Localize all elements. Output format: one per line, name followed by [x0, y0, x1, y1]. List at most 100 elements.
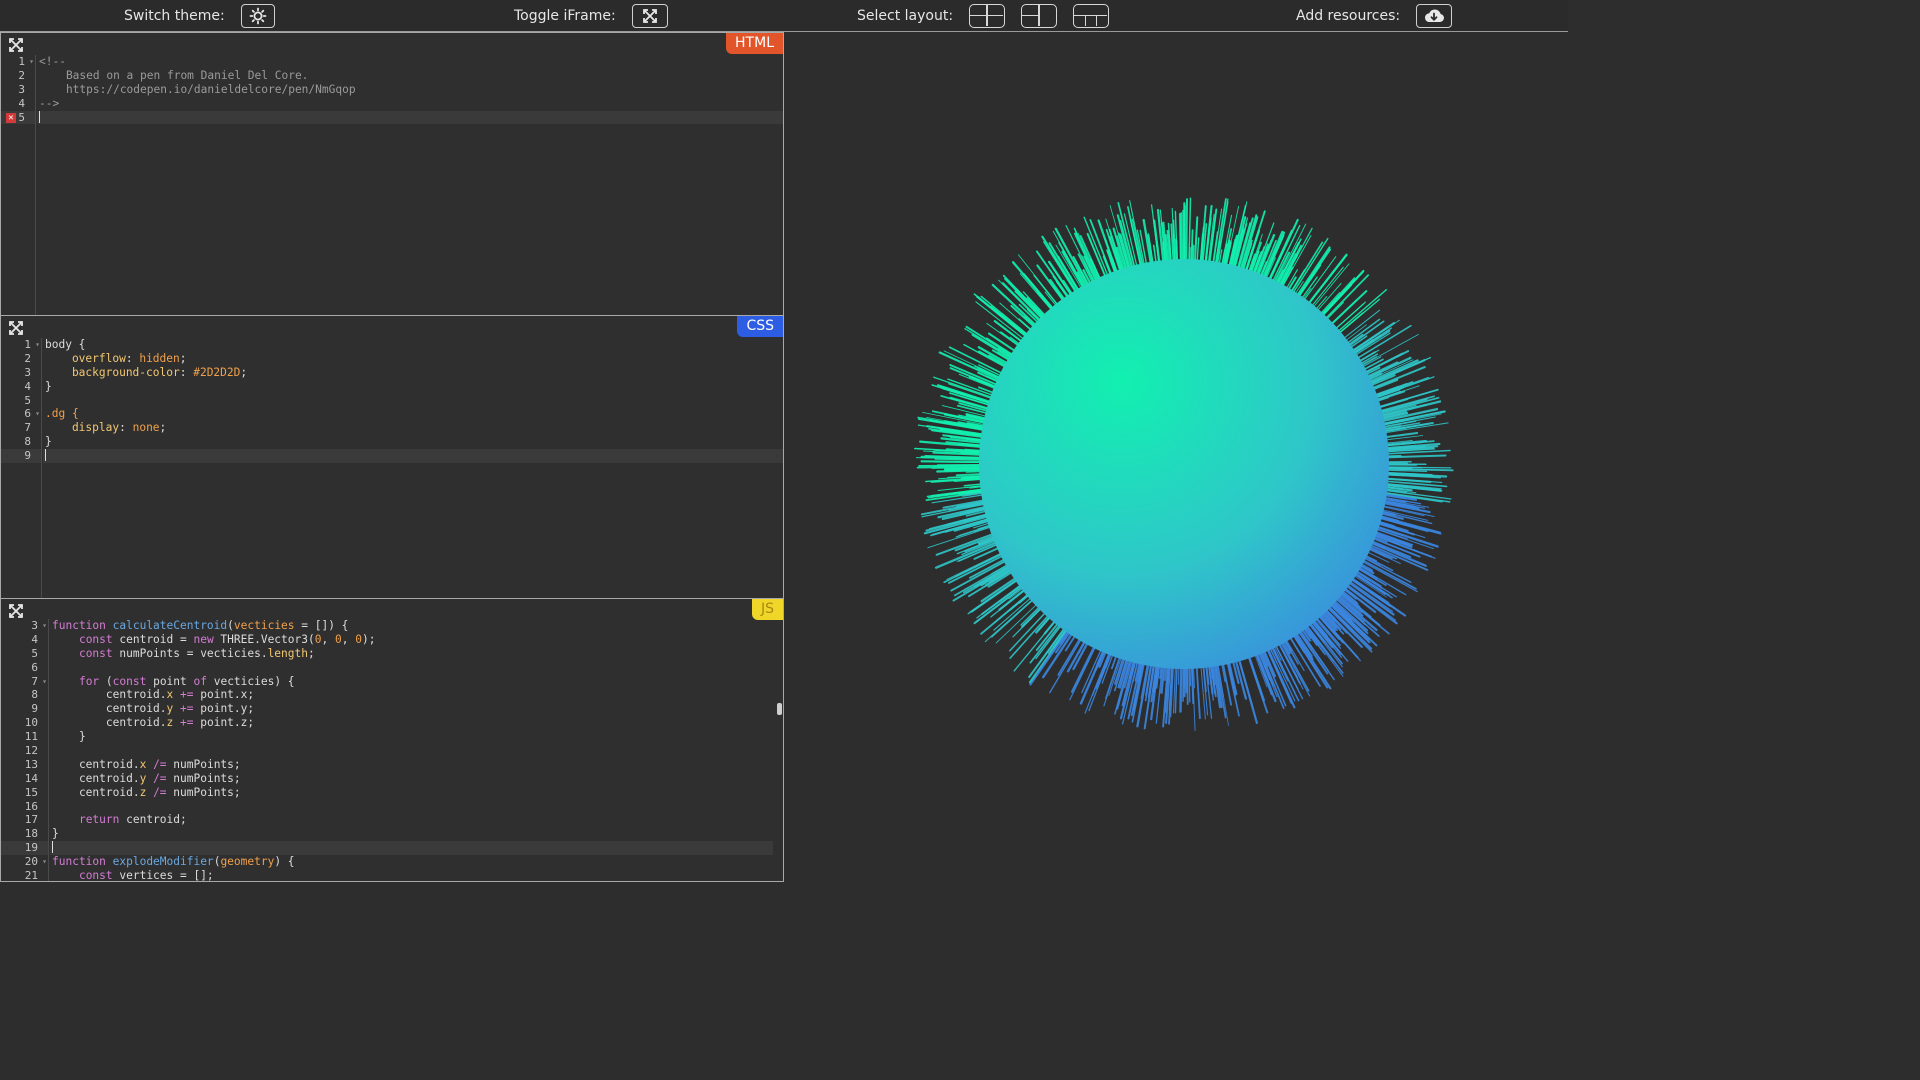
active-code-line: [43, 449, 783, 464]
line-number: 3: [24, 365, 31, 379]
layout-left-split-icon: [1038, 5, 1040, 26]
line-number: 9: [31, 702, 38, 716]
code-line: body {: [45, 338, 86, 351]
layout-grid-button[interactable]: [969, 4, 1006, 28]
code-line: return centroid;: [78, 813, 187, 827]
add-resources-group: Add resources:: [1296, 3, 1453, 29]
code-line: const numPoints = vecticies.length;: [78, 646, 315, 660]
line-number: 13: [24, 757, 38, 771]
code-area[interactable]: function calculateCentroid(vecticies = […: [50, 619, 773, 882]
line-number: 4: [31, 632, 38, 646]
layout-top-split-icon-line1: [1084, 15, 1087, 26]
code-line: for (const point of vecticies) {: [78, 674, 295, 688]
line-number: ✕ 5: [1, 110, 35, 125]
line-number: 14: [24, 771, 38, 785]
line-number: 10: [24, 716, 38, 730]
html-editor-pane[interactable]: HTML 1 ▾ 2 3 4 ✕ 5 <!-- Based on a pen fr…: [0, 32, 784, 316]
code-line: }: [45, 435, 52, 449]
layout-grid-icon-line: [970, 14, 1004, 16]
preview-iframe[interactable]: [784, 32, 1568, 882]
code-line: display: none;: [45, 421, 167, 435]
css-editor-pane[interactable]: CSS 1 ▾ 2 3 4 5 6 ▾ 7 8 9 body { overflow:…: [0, 315, 784, 600]
line-number: 18: [24, 827, 38, 841]
layout-left-split-button[interactable]: [1021, 4, 1058, 28]
code-area[interactable]: body { overflow: hidden; background-colo…: [43, 338, 783, 464]
text-cursor: [39, 110, 40, 123]
line-number: 12: [24, 744, 38, 758]
active-code-line: [50, 841, 773, 856]
scrollbar-thumb[interactable]: [777, 703, 782, 715]
toolbar: Switch theme: Toggle iFrame: Select layo…: [0, 0, 1568, 32]
expand-icon[interactable]: [8, 603, 24, 619]
layout-top-split-icon-line2: [1095, 15, 1098, 26]
line-number: 3: [18, 82, 25, 96]
fold-icon[interactable]: ▾: [42, 619, 47, 633]
code-line: centroid.x += point.x;: [52, 688, 255, 702]
line-number: 4: [24, 379, 31, 393]
switch-theme-group: Switch theme:: [124, 3, 275, 29]
code-line: Based on a pen from Daniel Del Core.: [39, 68, 309, 82]
line-gutter: 1 ▾ 2 3 4 ✕ 5: [1, 55, 36, 315]
code-line: https://codepen.io/danieldelcore/pen/NmG…: [39, 82, 356, 96]
line-number: 6: [31, 660, 38, 674]
expand-icon[interactable]: [8, 37, 24, 53]
js-language-badge: JS: [751, 599, 783, 620]
fold-icon[interactable]: ▾: [42, 855, 47, 869]
line-number: 7 ▾: [31, 674, 47, 689]
layout-left-split-icon-line: [1022, 14, 1039, 16]
line-number: 19: [1, 841, 48, 856]
line-number: 21: [24, 869, 38, 882]
code-line: .dg {: [45, 407, 79, 421]
fold-icon[interactable]: ▾: [42, 675, 47, 689]
code-line: }: [52, 730, 86, 744]
line-number: 5: [24, 393, 31, 407]
code-line: const vertices = [];: [78, 869, 214, 882]
line-number: 1 ▾: [18, 55, 34, 68]
line-number: 16: [24, 799, 38, 813]
line-number: 2: [24, 351, 31, 365]
active-code-line: [37, 110, 783, 125]
layout-top-split-button[interactable]: [1073, 4, 1110, 28]
line-gutter: 1 ▾ 2 3 4 5 6 ▾ 7 8 9: [1, 338, 42, 599]
toggle-iframe-group: Toggle iFrame:: [514, 3, 668, 29]
line-number: 9: [1, 449, 41, 464]
error-icon: ✕: [6, 112, 16, 123]
toggle-iframe-label: Toggle iFrame:: [514, 8, 616, 24]
switch-theme-button[interactable]: [240, 4, 275, 28]
cloud-download-icon: [1425, 9, 1445, 22]
code-area[interactable]: <!-- Based on a pen from Daniel Del Core…: [37, 55, 783, 125]
line-number: 6 ▾: [24, 407, 40, 421]
expand-icon: [642, 9, 657, 23]
code-line: background-color: #2D2D2D;: [45, 365, 248, 379]
code-line: function calculateCentroid(vecticies = […: [52, 619, 349, 632]
line-gutter: 3 ▾ 4 5 6 7 ▾ 8 9 10 11 12 13 14 15 16 17 18 19 20 ▾ 21: [1, 619, 49, 881]
add-resources-button[interactable]: [1416, 4, 1453, 28]
switch-theme-label: Switch theme:: [124, 8, 225, 24]
js-editor-pane[interactable]: JS 3 ▾ 4 5 6 7 ▾ 8 9 10 11 12 13 14 15 16 17 18 19 20 ▾ 21 fu…: [0, 598, 784, 882]
text-cursor: [52, 841, 53, 854]
code-line: <!--: [39, 55, 66, 68]
expand-icon[interactable]: [8, 320, 24, 336]
add-resources-label: Add resources:: [1296, 8, 1401, 24]
code-line: -->: [39, 96, 60, 110]
code-line: }: [45, 379, 52, 393]
code-line: const centroid = new THREE.Vector3(0, 0,…: [78, 632, 376, 646]
line-number: 3 ▾: [31, 619, 47, 633]
toggle-iframe-button[interactable]: [631, 4, 668, 28]
code-line: centroid.x /= numPoints;: [52, 757, 241, 771]
line-number: 1 ▾: [24, 338, 40, 351]
html-language-badge: HTML: [726, 33, 783, 54]
line-number: 17: [24, 813, 38, 827]
line-number: 7: [24, 421, 31, 435]
line-number: 11: [24, 730, 38, 744]
code-line: }: [52, 827, 59, 841]
code-line: function explodeModifier(geometry) {: [52, 855, 295, 869]
code-line: centroid.z += point.z;: [52, 716, 255, 730]
layout-top-split-icon: [1074, 14, 1108, 16]
line-number: 8: [24, 435, 31, 449]
line-number: 2: [18, 68, 25, 82]
